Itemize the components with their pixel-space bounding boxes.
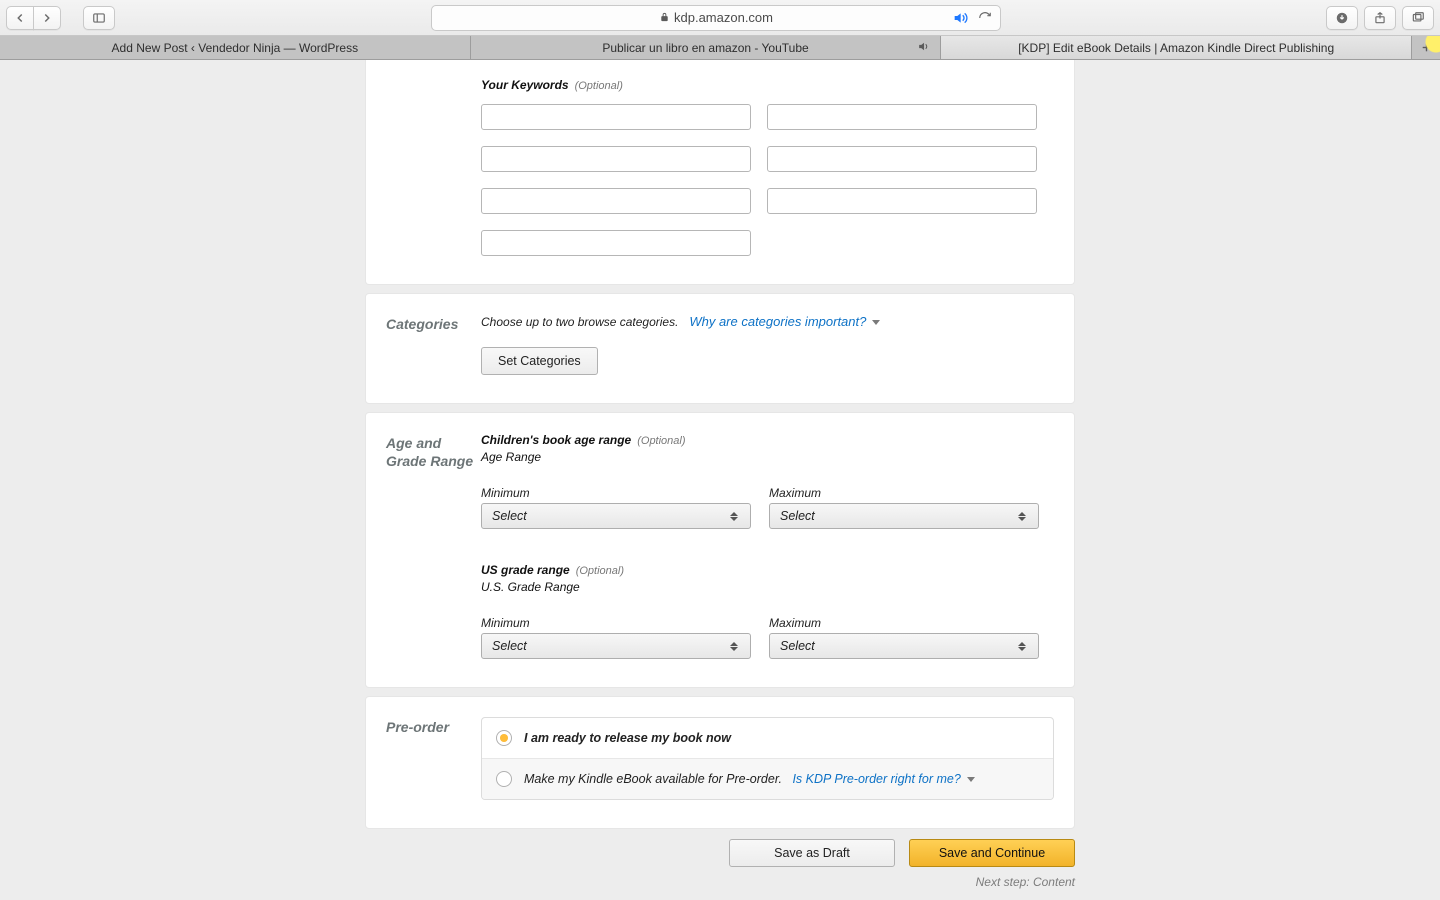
preorder-help-link[interactable]: Is KDP Pre-order right for me? (792, 772, 974, 786)
share-button[interactable] (1364, 6, 1396, 30)
new-tab-button[interactable] (1412, 36, 1440, 59)
browser-tab[interactable]: Add New Post ‹ Vendedor Ninja — WordPres… (0, 36, 471, 59)
preorder-section: Pre-order I am ready to release my book … (365, 696, 1075, 829)
url-bar[interactable]: kdp.amazon.com (431, 5, 1001, 31)
keywords-optional: (Optional) (575, 80, 623, 92)
browser-tab[interactable]: Publicar un libro en amazon - YouTube (471, 36, 942, 59)
save-draft-button[interactable]: Save as Draft (729, 839, 895, 867)
section-heading-preorder: Pre-order (386, 717, 481, 800)
select-caret-icon (1018, 634, 1030, 658)
keywords-label: Your Keywords (481, 78, 569, 92)
categories-help-text: Choose up to two browse categories. (481, 315, 678, 329)
radio-icon (496, 730, 512, 746)
select-value: Select (780, 639, 815, 653)
categories-section: Categories Choose up to two browse categ… (365, 293, 1075, 404)
forward-button[interactable] (33, 6, 61, 30)
age-max-label: Maximum (769, 486, 1039, 500)
keyword-input-6[interactable] (767, 188, 1037, 214)
grade-min-select[interactable]: Select (481, 633, 751, 659)
section-heading-categories: Categories (386, 314, 481, 375)
radio-label: I am ready to release my book now (524, 731, 731, 745)
set-categories-button[interactable]: Set Categories (481, 347, 598, 375)
tabs-overview-button[interactable] (1402, 6, 1434, 30)
keyword-input-7[interactable] (481, 230, 751, 256)
keywords-section: Your Keywords (Optional) (365, 60, 1075, 285)
section-heading-age-grade: Age and Grade Range (386, 433, 481, 659)
keyword-input-2[interactable] (767, 104, 1037, 130)
lock-icon (659, 12, 670, 23)
keyword-input-4[interactable] (767, 146, 1037, 172)
radio-label: Make my Kindle eBook available for Pre-o… (524, 772, 782, 786)
browser-tab-active[interactable]: [KDP] Edit eBook Details | Amazon Kindle… (941, 36, 1412, 59)
save-continue-button[interactable]: Save and Continue (909, 839, 1075, 867)
children-age-optional: (Optional) (637, 435, 685, 447)
select-value: Select (492, 639, 527, 653)
radio-release-now[interactable]: I am ready to release my book now (482, 718, 1053, 758)
back-button[interactable] (6, 6, 34, 30)
age-range-sublabel: Age Range (481, 450, 1054, 464)
age-grade-section: Age and Grade Range Children's book age … (365, 412, 1075, 688)
select-value: Select (780, 509, 815, 523)
us-grade-label: US grade range (481, 563, 570, 577)
grade-min-label: Minimum (481, 616, 751, 630)
select-caret-icon (730, 504, 742, 528)
sound-indicator-icon[interactable] (952, 10, 968, 26)
radio-icon (496, 771, 512, 787)
downloads-button[interactable] (1326, 6, 1358, 30)
browser-toolbar: kdp.amazon.com (0, 0, 1440, 36)
keyword-input-5[interactable] (481, 188, 751, 214)
tab-label: [KDP] Edit eBook Details | Amazon Kindle… (1018, 41, 1334, 55)
select-caret-icon (1018, 504, 1030, 528)
browser-tab-bar: Add New Post ‹ Vendedor Ninja — WordPres… (0, 36, 1440, 60)
age-min-select[interactable]: Select (481, 503, 751, 529)
grade-max-label: Maximum (769, 616, 1039, 630)
categories-help-link[interactable]: Why are categories important? (689, 314, 880, 329)
reload-icon[interactable] (978, 11, 992, 25)
select-value: Select (492, 509, 527, 523)
keyword-input-1[interactable] (481, 104, 751, 130)
url-text: kdp.amazon.com (674, 10, 773, 25)
tab-label: Add New Post ‹ Vendedor Ninja — WordPres… (112, 41, 359, 55)
tab-label: Publicar un libro en amazon - YouTube (602, 41, 808, 55)
form-footer: Save as Draft Save and Continue (365, 839, 1075, 867)
next-step-hint: Next step: Content (365, 875, 1075, 889)
children-age-label: Children's book age range (481, 433, 631, 447)
age-max-select[interactable]: Select (769, 503, 1039, 529)
select-caret-icon (730, 634, 742, 658)
us-grade-optional: (Optional) (576, 565, 624, 577)
radio-preorder[interactable]: Make my Kindle eBook available for Pre-o… (482, 758, 1053, 799)
age-min-label: Minimum (481, 486, 751, 500)
us-grade-sublabel: U.S. Grade Range (481, 580, 1054, 594)
nav-buttons (6, 6, 61, 30)
keyword-input-3[interactable] (481, 146, 751, 172)
tab-sound-icon[interactable] (917, 40, 930, 56)
sidebar-toggle-button[interactable] (83, 6, 115, 30)
grade-max-select[interactable]: Select (769, 633, 1039, 659)
